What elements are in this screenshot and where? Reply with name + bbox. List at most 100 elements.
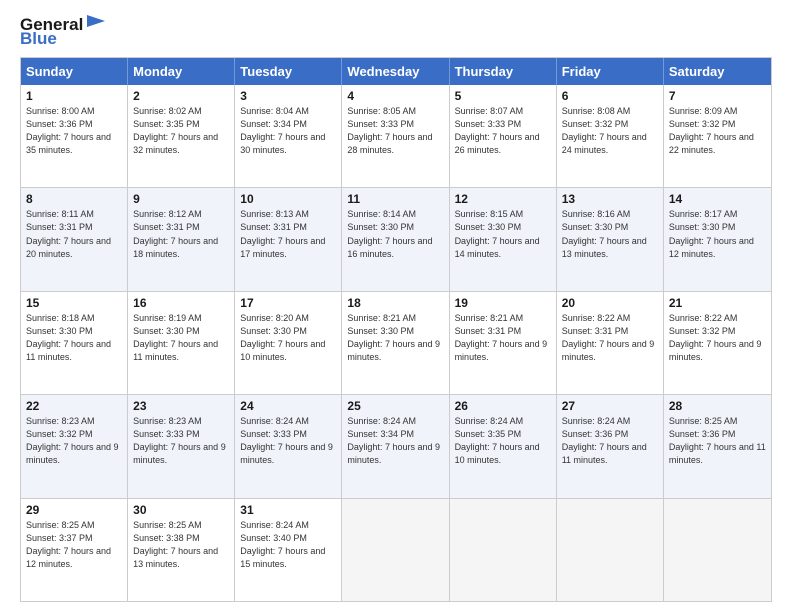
cell-info: Sunrise: 8:16 AMSunset: 3:30 PMDaylight:… — [562, 208, 658, 260]
day-number: 8 — [26, 192, 122, 206]
day-number: 19 — [455, 296, 551, 310]
day-number: 7 — [669, 89, 766, 103]
cell-info: Sunrise: 8:25 AMSunset: 3:36 PMDaylight:… — [669, 415, 766, 467]
day-number: 27 — [562, 399, 658, 413]
calendar-row: 22 Sunrise: 8:23 AMSunset: 3:32 PMDayligh… — [21, 394, 771, 497]
cell-info: Sunrise: 8:23 AMSunset: 3:33 PMDaylight:… — [133, 415, 229, 467]
calendar-cell: 16 Sunrise: 8:19 AMSunset: 3:30 PMDayligh… — [128, 292, 235, 394]
calendar-cell: 15 Sunrise: 8:18 AMSunset: 3:30 PMDayligh… — [21, 292, 128, 394]
calendar-cell: 5 Sunrise: 8:07 AMSunset: 3:33 PMDaylight… — [450, 85, 557, 187]
cell-info: Sunrise: 8:21 AMSunset: 3:31 PMDaylight:… — [455, 312, 551, 364]
day-number: 15 — [26, 296, 122, 310]
cell-info: Sunrise: 8:25 AMSunset: 3:37 PMDaylight:… — [26, 519, 122, 571]
cell-info: Sunrise: 8:24 AMSunset: 3:36 PMDaylight:… — [562, 415, 658, 467]
day-number: 2 — [133, 89, 229, 103]
cell-info: Sunrise: 8:02 AMSunset: 3:35 PMDaylight:… — [133, 105, 229, 157]
day-number: 10 — [240, 192, 336, 206]
day-number: 18 — [347, 296, 443, 310]
day-number: 29 — [26, 503, 122, 517]
calendar-cell: 6 Sunrise: 8:08 AMSunset: 3:32 PMDaylight… — [557, 85, 664, 187]
calendar-row: 15 Sunrise: 8:18 AMSunset: 3:30 PMDayligh… — [21, 291, 771, 394]
calendar-cell: 4Sunrise: 8:05 AMSunset: 3:33 PMDaylight… — [342, 85, 449, 187]
cell-info: Sunrise: 8:22 AMSunset: 3:31 PMDaylight:… — [562, 312, 658, 364]
calendar-cell: 22 Sunrise: 8:23 AMSunset: 3:32 PMDayligh… — [21, 395, 128, 497]
day-number: 25 — [347, 399, 443, 413]
day-number: 5 — [455, 89, 551, 103]
calendar-header-cell: Wednesday — [342, 58, 449, 85]
calendar-cell: 17Sunrise: 8:20 AMSunset: 3:30 PMDayligh… — [235, 292, 342, 394]
calendar-cell: 13 Sunrise: 8:16 AMSunset: 3:30 PMDayligh… — [557, 188, 664, 290]
cell-info: Sunrise: 8:07 AMSunset: 3:33 PMDaylight:… — [455, 105, 551, 157]
calendar-cell: 28 Sunrise: 8:25 AMSunset: 3:36 PMDayligh… — [664, 395, 771, 497]
calendar-header-cell: Thursday — [450, 58, 557, 85]
calendar-cell: 2 Sunrise: 8:02 AMSunset: 3:35 PMDaylight… — [128, 85, 235, 187]
calendar-cell: 12 Sunrise: 8:15 AMSunset: 3:30 PMDayligh… — [450, 188, 557, 290]
day-number: 20 — [562, 296, 658, 310]
logo-flag-icon — [85, 13, 107, 33]
cell-info: Sunrise: 8:24 AMSunset: 3:34 PMDaylight:… — [347, 415, 443, 467]
calendar-cell-empty — [342, 499, 449, 601]
day-number: 14 — [669, 192, 766, 206]
calendar-cell: 9Sunrise: 8:12 AMSunset: 3:31 PMDaylight… — [128, 188, 235, 290]
calendar-cell: 21Sunrise: 8:22 AMSunset: 3:32 PMDayligh… — [664, 292, 771, 394]
calendar-header: SundayMondayTuesdayWednesdayThursdayFrid… — [21, 58, 771, 85]
calendar-row: 29 Sunrise: 8:25 AMSunset: 3:37 PMDayligh… — [21, 498, 771, 601]
calendar-cell: 31 Sunrise: 8:24 AMSunset: 3:40 PMDayligh… — [235, 499, 342, 601]
cell-info: Sunrise: 8:25 AMSunset: 3:38 PMDaylight:… — [133, 519, 229, 571]
calendar-cell: 18 Sunrise: 8:21 AMSunset: 3:30 PMDayligh… — [342, 292, 449, 394]
calendar-cell: 1 Sunrise: 8:00 AMSunset: 3:36 PMDaylight… — [21, 85, 128, 187]
cell-info: Sunrise: 8:23 AMSunset: 3:32 PMDaylight:… — [26, 415, 122, 467]
day-number: 1 — [26, 89, 122, 103]
cell-info: Sunrise: 8:11 AMSunset: 3:31 PMDaylight:… — [26, 208, 122, 260]
cell-info: Sunrise: 8:04 AMSunset: 3:34 PMDaylight:… — [240, 105, 336, 157]
cell-info: Sunrise: 8:08 AMSunset: 3:32 PMDaylight:… — [562, 105, 658, 157]
cell-info: Sunrise: 8:19 AMSunset: 3:30 PMDaylight:… — [133, 312, 229, 364]
day-number: 6 — [562, 89, 658, 103]
cell-info: Sunrise: 8:24 AMSunset: 3:33 PMDaylight:… — [240, 415, 336, 467]
calendar-cell-empty — [664, 499, 771, 601]
day-number: 11 — [347, 192, 443, 206]
cell-info: Sunrise: 8:22 AMSunset: 3:32 PMDaylight:… — [669, 312, 766, 364]
calendar-cell: 19 Sunrise: 8:21 AMSunset: 3:31 PMDayligh… — [450, 292, 557, 394]
calendar-header-cell: Monday — [128, 58, 235, 85]
calendar-header-cell: Sunday — [21, 58, 128, 85]
cell-info: Sunrise: 8:18 AMSunset: 3:30 PMDaylight:… — [26, 312, 122, 364]
cell-info: Sunrise: 8:24 AMSunset: 3:35 PMDaylight:… — [455, 415, 551, 467]
day-number: 13 — [562, 192, 658, 206]
cell-info: Sunrise: 8:05 AMSunset: 3:33 PMDaylight:… — [347, 105, 443, 157]
day-number: 16 — [133, 296, 229, 310]
day-number: 31 — [240, 503, 336, 517]
calendar-header-cell: Saturday — [664, 58, 771, 85]
day-number: 26 — [455, 399, 551, 413]
day-number: 28 — [669, 399, 766, 413]
calendar-cell: 10 Sunrise: 8:13 AMSunset: 3:31 PMDayligh… — [235, 188, 342, 290]
cell-info: Sunrise: 8:14 AMSunset: 3:30 PMDaylight:… — [347, 208, 443, 260]
day-number: 12 — [455, 192, 551, 206]
calendar-row: 8 Sunrise: 8:11 AMSunset: 3:31 PMDaylight… — [21, 187, 771, 290]
calendar-row: 1 Sunrise: 8:00 AMSunset: 3:36 PMDaylight… — [21, 85, 771, 187]
calendar-cell: 14 Sunrise: 8:17 AMSunset: 3:30 PMDayligh… — [664, 188, 771, 290]
calendar-cell: 11 Sunrise: 8:14 AMSunset: 3:30 PMDayligh… — [342, 188, 449, 290]
calendar-cell: 26 Sunrise: 8:24 AMSunset: 3:35 PMDayligh… — [450, 395, 557, 497]
calendar-header-cell: Friday — [557, 58, 664, 85]
cell-info: Sunrise: 8:17 AMSunset: 3:30 PMDaylight:… — [669, 208, 766, 260]
logo: General Blue — [20, 15, 107, 49]
day-number: 3 — [240, 89, 336, 103]
header: General Blue — [20, 15, 772, 49]
calendar-cell: 25 Sunrise: 8:24 AMSunset: 3:34 PMDayligh… — [342, 395, 449, 497]
day-number: 24 — [240, 399, 336, 413]
calendar-cell: 24 Sunrise: 8:24 AMSunset: 3:33 PMDayligh… — [235, 395, 342, 497]
day-number: 17 — [240, 296, 336, 310]
calendar-cell-empty — [557, 499, 664, 601]
calendar: SundayMondayTuesdayWednesdayThursdayFrid… — [20, 57, 772, 602]
calendar-cell: 3 Sunrise: 8:04 AMSunset: 3:34 PMDaylight… — [235, 85, 342, 187]
calendar-cell: 30 Sunrise: 8:25 AMSunset: 3:38 PMDayligh… — [128, 499, 235, 601]
day-number: 22 — [26, 399, 122, 413]
cell-info: Sunrise: 8:00 AMSunset: 3:36 PMDaylight:… — [26, 105, 122, 157]
day-number: 30 — [133, 503, 229, 517]
cell-info: Sunrise: 8:24 AMSunset: 3:40 PMDaylight:… — [240, 519, 336, 571]
cell-info: Sunrise: 8:13 AMSunset: 3:31 PMDaylight:… — [240, 208, 336, 260]
cell-info: Sunrise: 8:15 AMSunset: 3:30 PMDaylight:… — [455, 208, 551, 260]
calendar-cell: 8 Sunrise: 8:11 AMSunset: 3:31 PMDaylight… — [21, 188, 128, 290]
cell-info: Sunrise: 8:21 AMSunset: 3:30 PMDaylight:… — [347, 312, 443, 364]
